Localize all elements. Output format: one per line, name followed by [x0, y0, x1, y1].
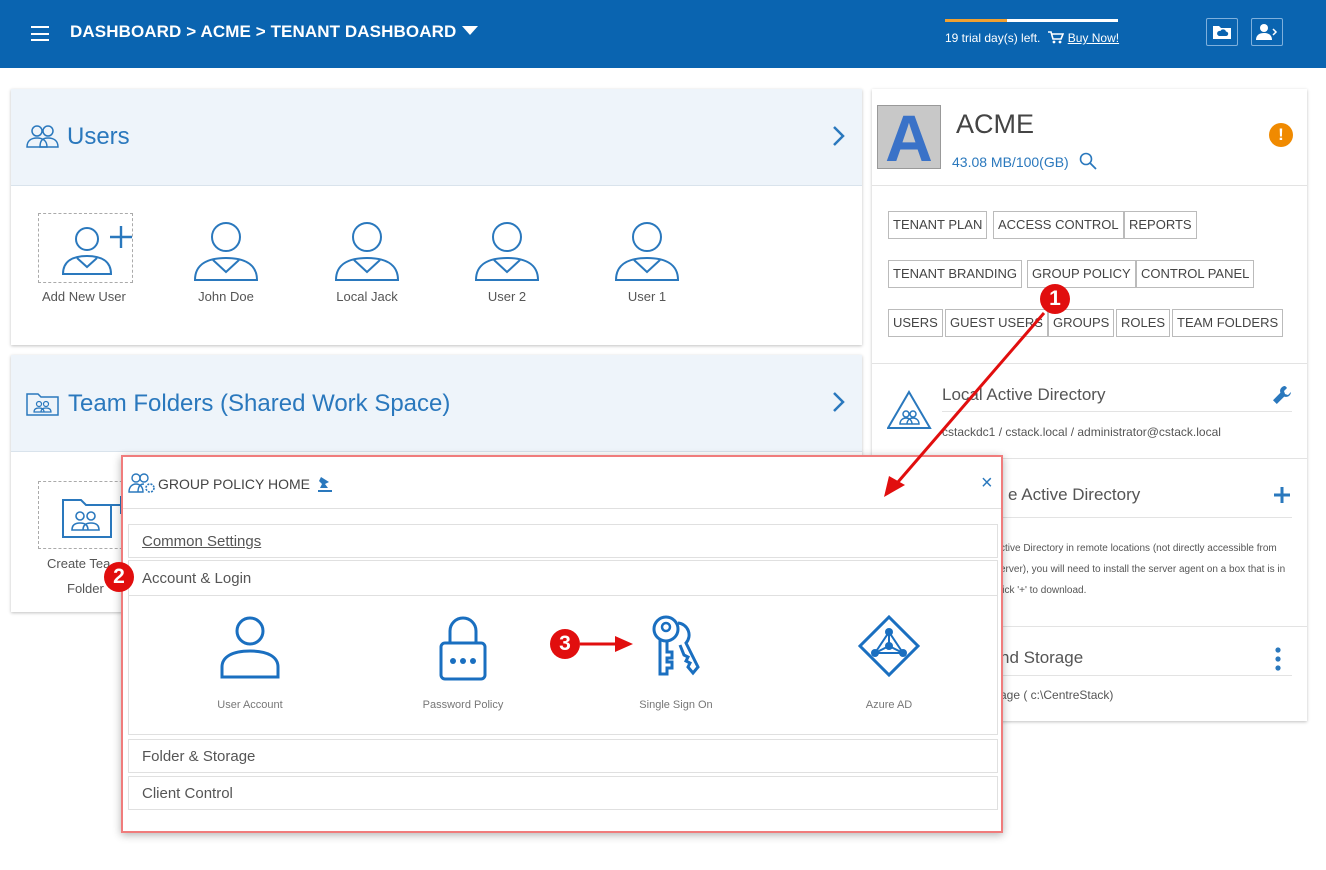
pin-icon[interactable] — [318, 476, 332, 492]
plus-icon[interactable] — [1274, 487, 1290, 503]
divider — [992, 675, 1292, 676]
users-panel-header[interactable]: Users — [11, 89, 862, 186]
user-name: Local Jack — [336, 289, 398, 304]
group-policy-button[interactable]: GROUP POLICY — [1027, 260, 1136, 288]
common-settings-section[interactable]: Common Settings — [128, 524, 998, 558]
user-icon — [334, 222, 400, 281]
tenant-branding-button[interactable]: TENANT BRANDING — [888, 260, 1022, 288]
chevron-right-icon[interactable] — [832, 125, 846, 147]
guest-users-button[interactable]: GUEST USERS — [945, 309, 1048, 337]
breadcrumb[interactable]: DASHBOARD > ACME > TENANT DASHBOARD — [70, 22, 479, 42]
storage-title: nd Storage — [1000, 648, 1084, 667]
warning-icon[interactable]: ! — [1269, 123, 1293, 147]
azure-ad-icon — [858, 615, 920, 677]
user-account-label: User Account — [217, 699, 283, 711]
create-team-folder-button[interactable] — [38, 481, 133, 549]
user-account-icon — [220, 616, 280, 679]
divider — [129, 595, 997, 596]
users-group-icon — [26, 125, 59, 148]
wrench-icon[interactable] — [1272, 385, 1292, 405]
divider — [872, 185, 1307, 186]
common-settings-label[interactable]: Common Settings — [142, 533, 261, 550]
tenant-name: ACME — [956, 109, 1035, 139]
trial-status: 19 trial day(s) left. Buy Now! — [945, 31, 1119, 45]
create-team-folder-label-1[interactable]: Create Tea — [47, 556, 110, 571]
divider — [123, 508, 1001, 509]
search-icon[interactable] — [1079, 152, 1097, 170]
active-directory-icon — [887, 390, 932, 429]
divider — [872, 363, 1307, 364]
account-login-label[interactable]: Account & Login — [142, 570, 251, 587]
team-folder-icon — [26, 393, 59, 416]
user-icon — [193, 222, 259, 281]
folder-storage-label[interactable]: Folder & Storage — [142, 748, 255, 765]
tenant-avatar-letter: A — [885, 101, 933, 175]
add-new-user-button[interactable] — [38, 213, 133, 283]
group-policy-title: GROUP POLICY HOME — [158, 476, 310, 492]
cart-icon — [1047, 31, 1064, 44]
annotation-badge-1: 1 — [1040, 284, 1070, 314]
team-folders-panel-title: Team Folders (Shared Work Space) — [68, 390, 451, 417]
trial-progress-fill — [945, 19, 1008, 22]
divider — [942, 411, 1292, 412]
chevron-right-icon[interactable] — [832, 391, 846, 413]
reports-button[interactable]: REPORTS — [1124, 211, 1197, 239]
team-folders-panel-header[interactable]: Team Folders (Shared Work Space) — [11, 355, 862, 452]
keys-icon — [652, 615, 700, 676]
trial-progress-bar — [945, 19, 1118, 22]
local-ad-detail: cstackdc1 / cstack.local / administrator… — [942, 425, 1221, 439]
top-bar: DASHBOARD > ACME > TENANT DASHBOARD 19 t… — [0, 0, 1326, 68]
user-icon — [614, 222, 680, 281]
user-name: John Doe — [198, 289, 254, 304]
user-icon — [474, 222, 540, 281]
password-policy-label: Password Policy — [422, 699, 504, 711]
folder-cloud-button[interactable] — [1206, 18, 1238, 46]
tenant-storage-value: 43.08 MB/100(GB) — [952, 154, 1069, 170]
add-user-icon — [61, 226, 132, 275]
remote-ad-line-2: erver), you will need to install the ser… — [1000, 564, 1286, 575]
folder-cloud-icon — [1213, 26, 1231, 39]
folder-storage-section[interactable]: Folder & Storage — [128, 739, 998, 773]
close-icon[interactable]: × — [981, 473, 993, 493]
annotation-badge-2: 2 — [104, 562, 134, 592]
remote-ad-title: e Active Directory — [1008, 485, 1141, 504]
tenant-avatar: A — [877, 105, 941, 171]
storage-detail: age ( c:\CentreStack) — [1000, 688, 1114, 702]
users-button[interactable]: USERS — [888, 309, 943, 337]
remote-ad-line-1: ctive Directory in remote locations (not… — [1000, 543, 1277, 554]
tenant-storage: 43.08 MB/100(GB) — [952, 152, 1097, 170]
client-control-label[interactable]: Client Control — [142, 785, 233, 802]
add-new-user-label[interactable]: Add New User — [42, 289, 126, 304]
users-panel: Users — [11, 89, 862, 345]
roles-button[interactable]: ROLES — [1116, 309, 1171, 337]
password-lock-icon — [439, 616, 487, 681]
more-vertical-icon[interactable] — [1275, 647, 1281, 671]
group-policy-icon — [128, 473, 155, 493]
tenant-plan-button[interactable]: TENANT PLAN — [888, 211, 988, 239]
breadcrumb-text[interactable]: DASHBOARD > ACME > TENANT DASHBOARD — [70, 22, 456, 41]
remote-ad-line-3: lick '+' to download. — [1000, 585, 1087, 596]
menu-icon[interactable] — [31, 26, 49, 41]
trial-days-text: 19 trial day(s) left. — [945, 31, 1041, 45]
local-ad-title: Local Active Directory — [942, 385, 1106, 404]
users-panel-title: Users — [67, 123, 130, 150]
access-control-button[interactable]: ACCESS CONTROL — [993, 211, 1124, 239]
divider — [1002, 517, 1292, 518]
buy-now-link[interactable]: Buy Now! — [1068, 31, 1119, 45]
single-sign-on-label: Single Sign On — [639, 699, 713, 711]
control-panel-button[interactable]: CONTROL PANEL — [1136, 260, 1255, 288]
user-account-button[interactable] — [1251, 18, 1283, 46]
user-account-icon — [1256, 24, 1278, 40]
client-control-section[interactable]: Client Control — [128, 776, 998, 810]
user-name: User 1 — [627, 289, 667, 304]
user-name: User 2 — [487, 289, 527, 304]
annotation-badge-3: 3 — [550, 629, 580, 659]
caret-down-icon[interactable] — [462, 26, 479, 35]
team-folders-button[interactable]: TEAM FOLDERS — [1172, 309, 1284, 337]
azure-ad-label: Azure AD — [865, 699, 913, 711]
create-team-folder-label-2[interactable]: Folder — [67, 581, 104, 596]
